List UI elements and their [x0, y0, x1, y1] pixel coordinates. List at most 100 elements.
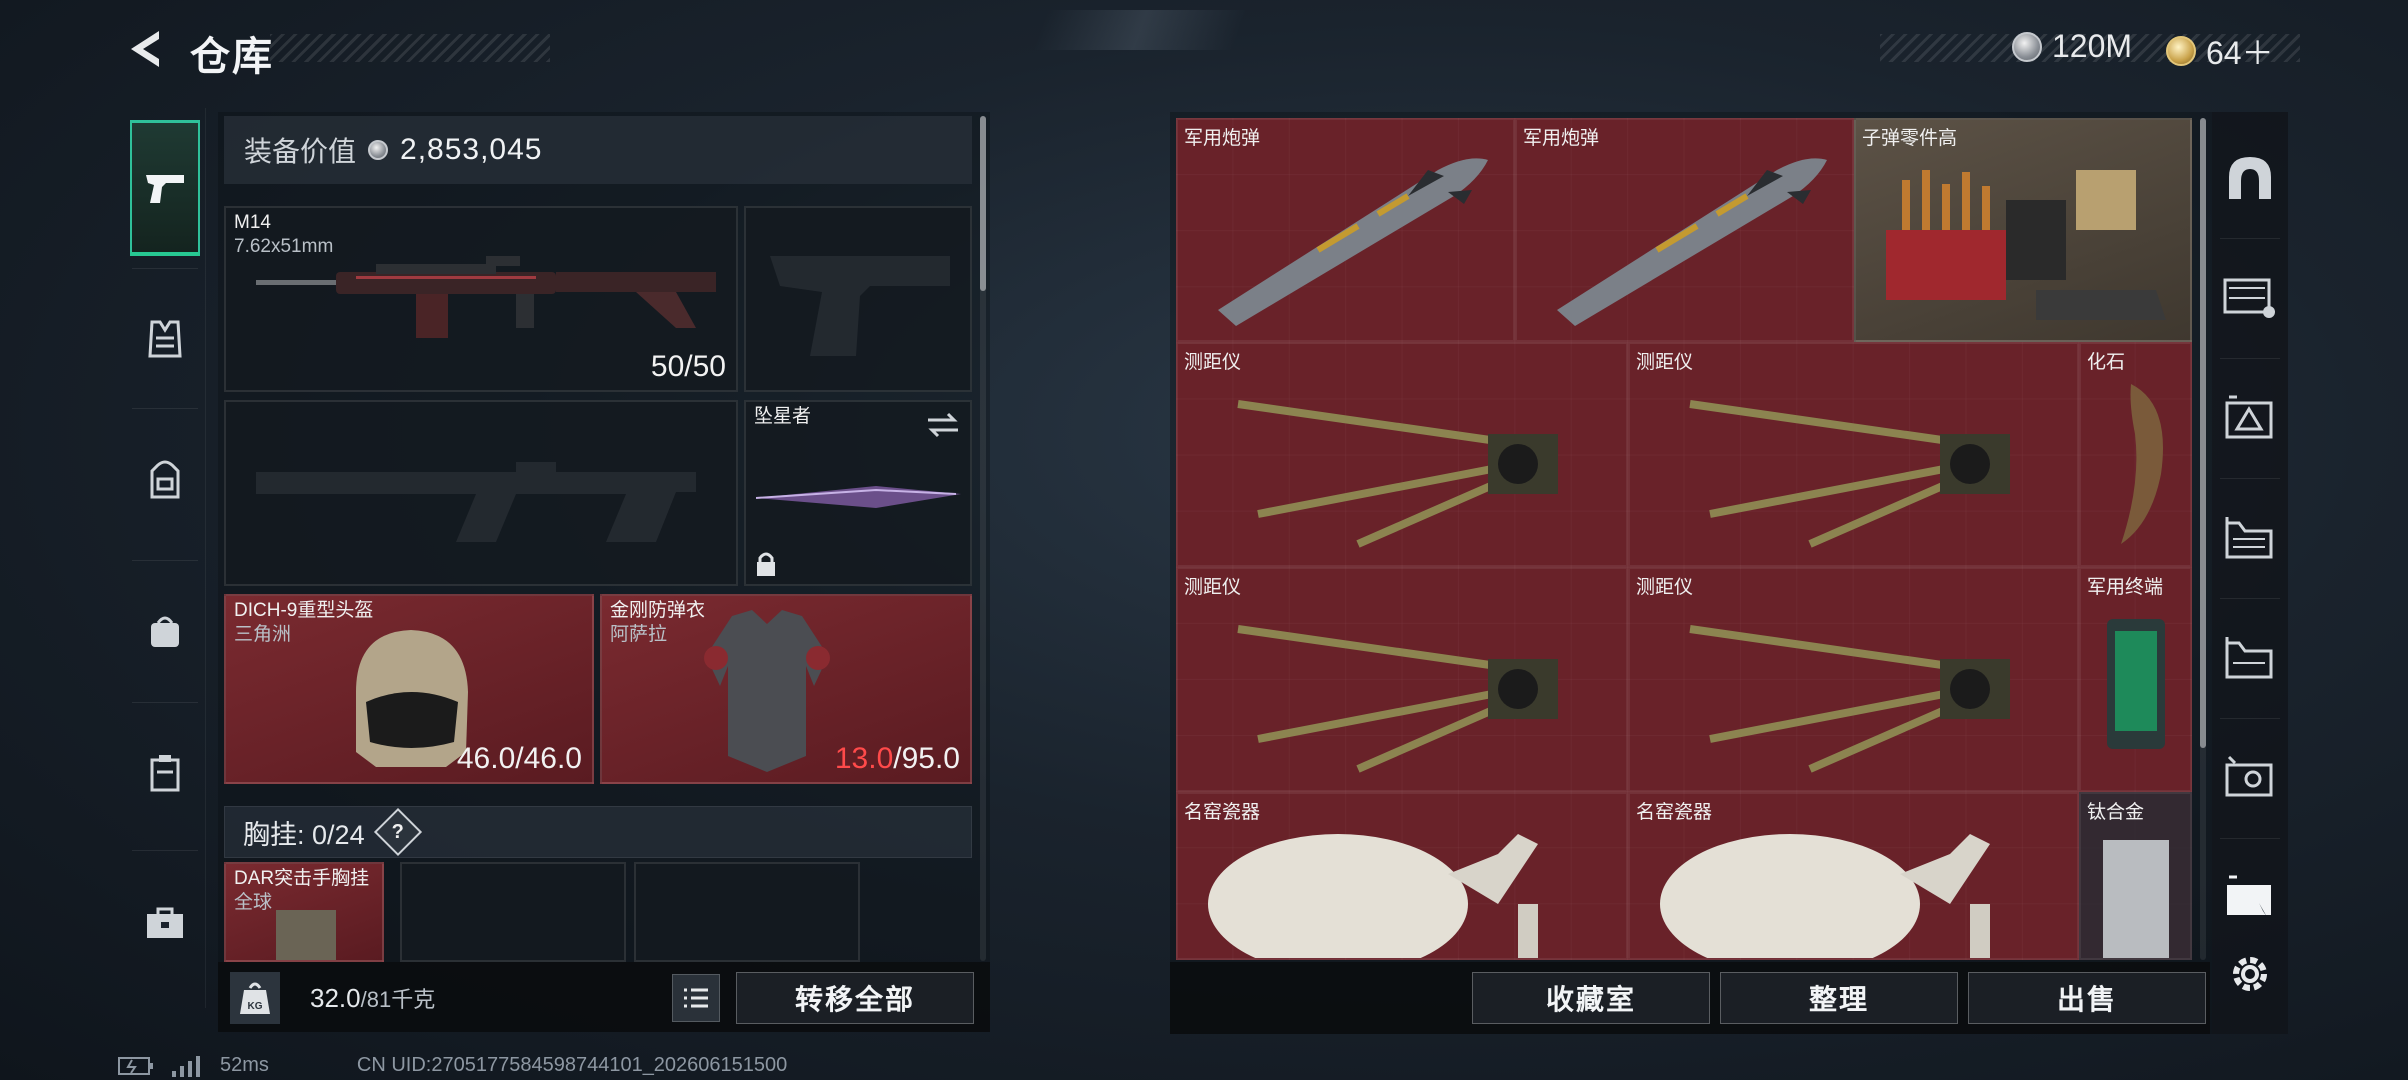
list-view-button[interactable] — [672, 974, 720, 1022]
stash-grid: 军用炮弹 军用炮弹 子弹零件高 测距仪 测距仪 化石 测距仪 测距仪 军用终端 … — [1176, 118, 2192, 960]
stash-item[interactable]: 军用炮弹 — [1515, 118, 1854, 342]
vault-icon — [2229, 157, 2271, 199]
stash-item[interactable]: 测距仪 — [1628, 342, 2079, 567]
search-box-icon — [2225, 755, 2273, 797]
stash-item[interactable]: 名窑瓷器 — [1176, 792, 1628, 960]
tab-case[interactable] — [130, 706, 200, 840]
armor-name: 金刚防弹衣 — [610, 600, 706, 621]
tab-divider — [2220, 478, 2280, 479]
tab-backpack[interactable] — [130, 412, 200, 546]
stash-item[interactable]: 军用炮弹 — [1176, 118, 1515, 342]
ammo-parts-icon — [1886, 170, 2166, 320]
chest-rig-label: 胸挂: 0/24 — [243, 819, 365, 850]
melee-slot[interactable]: 坠星者 — [744, 400, 972, 586]
transfer-all-button[interactable]: 转移全部 — [736, 972, 974, 1024]
titanium-alloy-icon — [2103, 840, 2169, 958]
gold-currency: 64＋ — [2166, 28, 2274, 74]
pistol-icon — [146, 174, 184, 203]
silver-coin-icon — [368, 140, 389, 160]
helmet-slot[interactable]: DICH-9重型头盔 三角洲 46.0/46.0 — [224, 594, 594, 784]
stash-item[interactable]: 名窑瓷器 — [1628, 792, 2079, 960]
equipment-scroll-thumb[interactable] — [980, 116, 986, 291]
stash-item[interactable]: 钛合金 — [2079, 792, 2192, 960]
item-name: 军用炮弹 — [1184, 128, 1261, 149]
back-button[interactable] — [118, 26, 168, 72]
rig-empty-slot[interactable] — [400, 862, 626, 962]
stash-tab-6[interactable] — [2218, 722, 2282, 832]
armor-vest-icon — [704, 610, 830, 772]
porcelain-vase-icon — [1208, 834, 1538, 958]
item-name: 化石 — [2087, 352, 2126, 373]
secondary-weapon-slot[interactable] — [224, 400, 738, 586]
rifle-icon — [256, 256, 716, 338]
stash-item[interactable]: 军用终端 — [2079, 567, 2192, 792]
chest-rig-item-slot[interactable]: DAR突击手胸挂 全球 — [224, 862, 384, 962]
armor-slot[interactable]: 金刚防弹衣 阿萨拉 13.0/95.0 — [600, 594, 972, 784]
artillery-shell-icon — [1557, 158, 1827, 326]
tab-divider — [2220, 718, 2280, 719]
lock-icon — [757, 552, 775, 576]
status-bar: 52ms CN UID:2705177584598744101_20260615… — [118, 1054, 787, 1077]
chest-rig-header: 胸挂: 0/24 ? — [224, 806, 972, 858]
stash-item[interactable]: 测距仪 — [1176, 342, 1628, 567]
stash-tab-5[interactable] — [2218, 602, 2282, 712]
stash-tab-3[interactable] — [2218, 362, 2282, 472]
equipment-value: 2,853,045 — [400, 133, 543, 166]
helmet-origin: 三角洲 — [234, 624, 292, 645]
stash-tab-2[interactable] — [2218, 242, 2282, 352]
bag-icon — [151, 616, 179, 647]
tab-divider — [2220, 238, 2280, 239]
sell-button[interactable]: 出售 — [1968, 972, 2206, 1024]
stash-item[interactable]: 化石 — [2079, 342, 2192, 567]
uid-readout: CN UID:2705177584598744101_202606151500 — [356, 1054, 788, 1076]
rifle-silhouette-icon — [256, 462, 696, 542]
porcelain-vase-icon — [1660, 834, 1990, 958]
tab-toolbox[interactable] — [130, 856, 200, 990]
battery-icon — [118, 1056, 153, 1075]
tab-divider — [132, 850, 198, 851]
gold-coin-icon — [2166, 36, 2196, 66]
rig-empty-slot[interactable] — [634, 862, 860, 962]
title-decoration — [270, 34, 550, 62]
silver-amount: 120M — [2052, 28, 2133, 64]
weapon-name: M14 — [234, 212, 271, 233]
tab-divider — [2220, 838, 2280, 839]
rangefinder-icon — [1237, 625, 1558, 773]
tab-divider — [132, 408, 198, 409]
primary-weapon-slot[interactable]: M14 7.62x51mm 50/50 — [224, 206, 738, 392]
warning-box-icon — [2225, 395, 2273, 439]
stash-tab-main[interactable] — [2218, 122, 2282, 232]
vest-icon — [148, 320, 182, 358]
tab-divider — [2220, 358, 2280, 359]
backpack-icon — [150, 460, 180, 499]
tab-weapons[interactable] — [130, 120, 200, 256]
stash-scroll-thumb[interactable] — [2200, 118, 2206, 748]
weapon-ammo: 50/50 — [650, 350, 726, 383]
collection-room-button[interactable]: 收藏室 — [1472, 972, 1710, 1024]
stash-item[interactable]: 子弹零件高 — [1854, 118, 2192, 342]
silver-currency: 120M — [2012, 28, 2132, 65]
swap-icon[interactable] — [926, 412, 960, 438]
fossil-claw-icon — [2121, 384, 2163, 544]
stash-item[interactable]: 测距仪 — [1176, 567, 1628, 792]
stash-tab-4[interactable] — [2218, 482, 2282, 592]
ping-readout: 52ms — [220, 1054, 269, 1076]
helmet-name: DICH-9重型头盔 — [234, 600, 374, 621]
help-button[interactable]: ? — [373, 807, 422, 857]
gold-amount: 64＋ — [2206, 35, 2274, 71]
item-name: 钛合金 — [2087, 802, 2145, 823]
organize-button[interactable]: 整理 — [1720, 972, 1958, 1024]
settings-button[interactable] — [2218, 924, 2282, 1024]
weight-icon: KG — [230, 972, 280, 1024]
military-terminal-icon — [2107, 619, 2165, 749]
stash-item[interactable]: 测距仪 — [1628, 567, 2079, 792]
tab-chest-rig[interactable] — [130, 272, 200, 406]
svg-text:KG: KG — [248, 1001, 263, 1012]
tab-divider — [2220, 598, 2280, 599]
tab-bag[interactable] — [130, 564, 200, 698]
list-icon — [684, 988, 708, 1008]
rangefinder-icon — [1689, 400, 2010, 548]
sidearm-slot[interactable] — [744, 206, 972, 392]
question-icon: ? — [391, 820, 404, 843]
signal-icon — [172, 1055, 200, 1077]
